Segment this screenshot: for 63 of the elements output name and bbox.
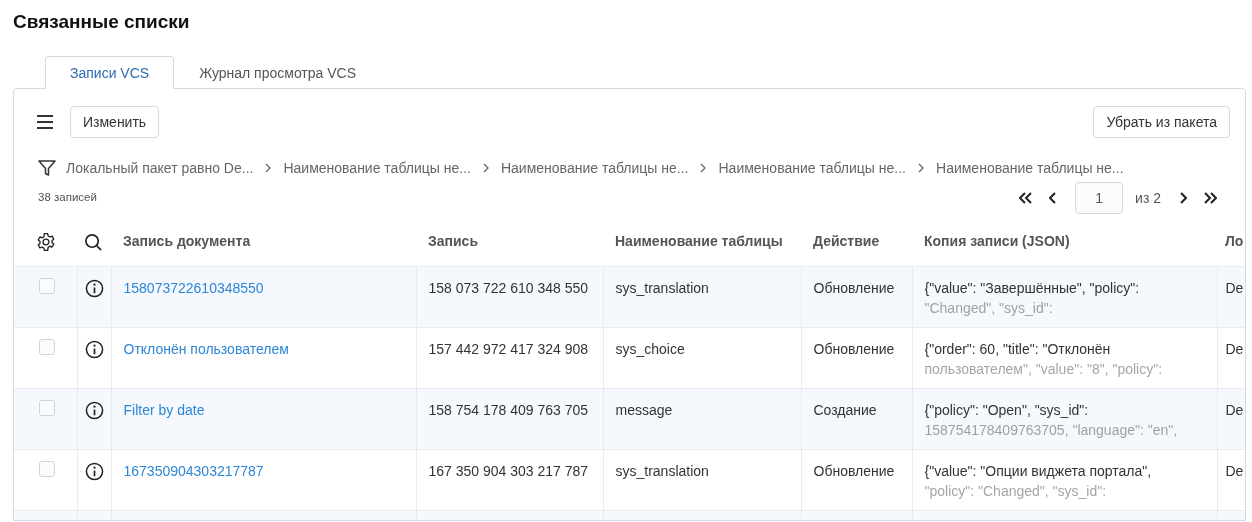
row-checkbox[interactable] <box>39 277 55 294</box>
chevron-icon <box>918 163 924 173</box>
table-cell: De <box>1225 401 1244 418</box>
column-header[interactable]: Наименование таблицы <box>615 233 783 250</box>
search-icon[interactable] <box>84 233 103 253</box>
record-link[interactable]: 158073722610348550 <box>123 279 264 296</box>
table-cell: 167 350 904 303 217 787 <box>428 462 589 479</box>
row-checkbox[interactable] <box>39 399 55 416</box>
table-cell: 157 442 972 417 324 908 <box>428 340 589 357</box>
next-page-icon[interactable] <box>1179 192 1187 204</box>
tab[interactable]: Записи VCS <box>45 56 175 89</box>
filter-icon[interactable] <box>38 159 56 177</box>
table-cell: Обновление <box>813 462 895 479</box>
record-link[interactable]: Filter by date <box>123 401 205 418</box>
table-cell: Создание <box>813 401 877 418</box>
column-header[interactable]: Ло <box>1225 233 1244 250</box>
table-cell: sys_translation <box>615 462 709 479</box>
info-icon[interactable] <box>84 401 104 421</box>
menu-icon[interactable] <box>36 115 54 129</box>
filter-condition[interactable]: Наименование таблицы не... <box>718 157 906 179</box>
table-cell: De <box>1225 340 1244 357</box>
json-text: {"value": "Завершённые", "policy": "Changed", "sys_id": <box>924 278 1141 318</box>
json-text: {"order": 60, "title": "Отклонён пользователем", "value": "8", "policy": <box>924 339 1164 379</box>
info-icon[interactable] <box>84 340 104 360</box>
json-text: {"value": "Опции виджета портала", "policy": "Changed", "sys_id": <box>924 461 1153 501</box>
column-header[interactable]: Запись <box>428 233 478 250</box>
settings-icon[interactable] <box>36 232 56 253</box>
info-icon[interactable] <box>84 462 104 482</box>
row-checkbox[interactable] <box>39 338 55 355</box>
chevron-icon <box>482 163 489 173</box>
filter-condition[interactable]: Наименование таблицы не... <box>500 157 689 179</box>
table-cell: De <box>1225 462 1244 479</box>
filter-condition[interactable]: Локальный пакет равно De... <box>66 157 254 179</box>
tab[interactable]: Журнал просмотра VCS <box>174 56 382 89</box>
previous-page-icon[interactable] <box>1049 192 1058 204</box>
record-link[interactable]: Отклонён пользователем <box>123 340 289 357</box>
json-text: {"policy": "Open", "sys_id": 158754178409763705, "language": "en", <box>924 400 1179 440</box>
page-title: Связанные списки <box>13 10 191 32</box>
edit-button[interactable]: Изменить <box>70 106 160 138</box>
table-cell: message <box>615 401 673 418</box>
first-page-icon[interactable] <box>1019 192 1034 204</box>
record-count: 38 записей <box>38 190 97 206</box>
table-cell: Обновление <box>813 340 895 357</box>
column-header[interactable]: Действие <box>813 233 880 250</box>
chevron-icon <box>265 163 272 173</box>
table-cell: 158 754 178 409 763 705 <box>428 401 589 418</box>
page-input[interactable]: 1 <box>1075 182 1124 214</box>
table-cell: Обновление <box>813 279 895 296</box>
table-cell: sys_translation <box>615 279 709 296</box>
row-checkbox[interactable] <box>39 460 55 477</box>
table-cell: sys_choice <box>615 340 685 357</box>
table-cell: 158 073 722 610 348 550 <box>428 279 589 296</box>
table-cell: De <box>1225 279 1244 296</box>
filter-condition[interactable]: Наименование таблицы не... <box>936 157 1124 179</box>
record-link[interactable]: 167350904303217787 <box>123 462 264 479</box>
last-page-icon[interactable] <box>1203 192 1217 204</box>
chevron-icon <box>700 163 707 173</box>
remove-button[interactable]: Убрать из пакета <box>1093 106 1230 138</box>
column-header[interactable]: Копия записи (JSON) <box>924 233 1070 250</box>
page-total: из 2 <box>1135 188 1161 208</box>
info-icon[interactable] <box>84 279 104 299</box>
column-header[interactable]: Запись документа <box>123 233 251 250</box>
filter-condition[interactable]: Наименование таблицы не... <box>283 157 471 179</box>
